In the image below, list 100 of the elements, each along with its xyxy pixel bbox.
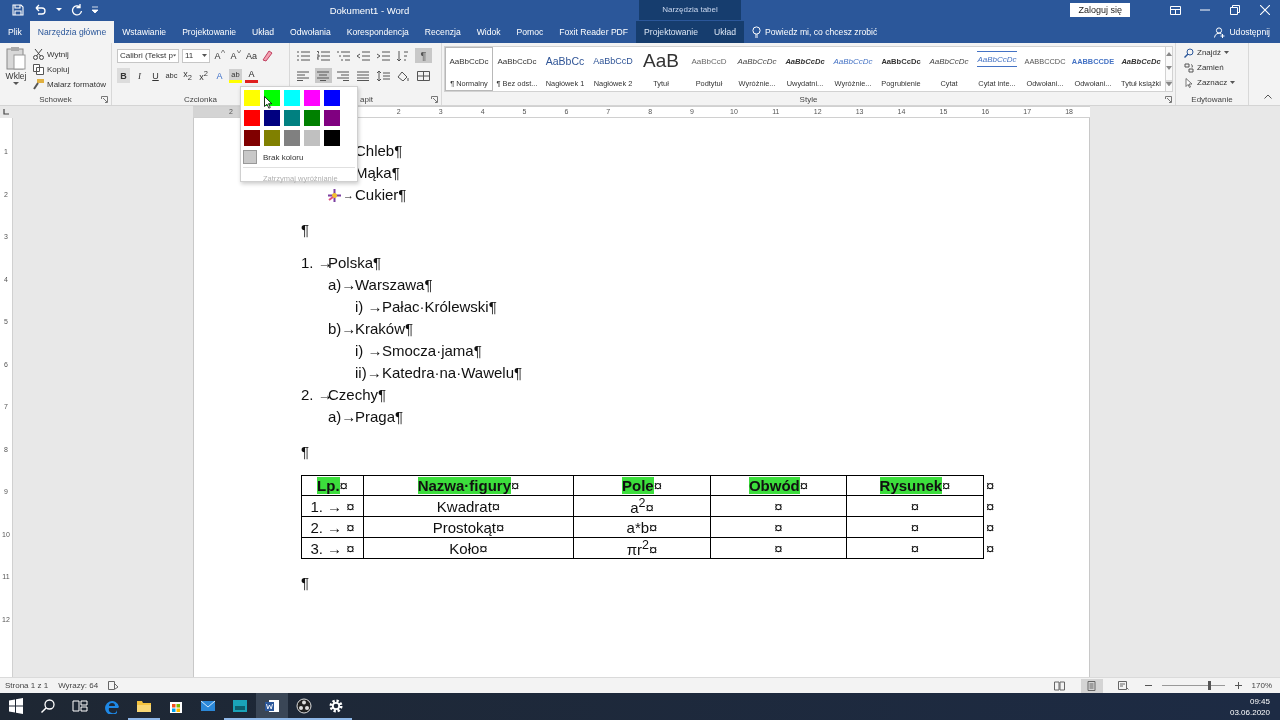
zoom-in-icon[interactable] [1234,682,1242,689]
format-button[interactable]: B [117,68,130,83]
ribbon-tab[interactable]: Układ [706,21,745,43]
color-swatch[interactable] [244,130,260,146]
ribbon-tab[interactable]: Odwołania [282,21,339,43]
scroll-up-icon[interactable] [1166,52,1172,56]
ribbon-tab[interactable]: Recenzja [416,21,469,43]
color-swatch[interactable] [244,110,260,126]
lightbulb-icon [752,26,762,38]
ribbon-tab[interactable]: Pomoc [508,21,552,43]
font-size-field[interactable]: 11 [182,48,210,63]
search-icon [40,697,56,714]
scroll-down-icon[interactable] [1166,66,1172,70]
ribbon-tab[interactable]: Projektowanie [636,21,707,43]
increase-indent-icon [377,50,390,61]
dialog-launcher-icon[interactable] [101,96,108,103]
collapse-ribbon-icon[interactable] [1264,94,1272,99]
person-icon [1214,26,1226,38]
redo-icon[interactable] [71,4,83,16]
ribbon-tab[interactable]: Wstawianie [114,21,175,43]
proofing-icon[interactable] [108,681,120,690]
font-name-field[interactable]: Calibri (Tekst p [117,48,179,63]
up-caret-icon [220,50,225,53]
table-cell: ¤ [847,496,984,517]
marks-button[interactable]: ¶ [415,48,432,63]
color-swatch[interactable] [264,130,280,146]
format-button[interactable]: x$_{2}$ [181,68,194,83]
tab-stop-icon[interactable] [3,109,9,115]
indent-button[interactable] [375,48,392,63]
format-button[interactable]: A [213,68,226,83]
color-swatch[interactable] [324,110,340,126]
customize-icon[interactable] [92,6,98,14]
caret-icon [202,54,207,57]
ribbon-tab[interactable]: Narzędzia główne [29,21,115,43]
zoom-out-icon[interactable] [1144,682,1152,689]
color-swatch[interactable] [284,110,300,126]
dialog-launcher-icon[interactable] [431,96,438,103]
color-swatch[interactable] [244,90,260,106]
tab-mark: → [343,188,354,203]
table-cell: Koło¤ [364,538,574,559]
color-swatch[interactable] [304,90,320,106]
ribbon-tab[interactable]: Widok [468,21,509,43]
ribbon-tab[interactable]: Foxit Reader PDF [551,21,637,43]
no-color-item[interactable]: Brak koloru [243,149,304,165]
caret-icon[interactable] [56,8,62,12]
list-item-text: Smocza·jama¶ [382,341,482,361]
numbering-button[interactable] [315,48,332,63]
gallery-scrollbar[interactable] [1166,46,1173,92]
align-left-button[interactable] [295,68,312,83]
table-cell: ¤ [711,517,847,538]
ribbon-tab[interactable]: Układ [244,21,283,43]
multilevel-button[interactable] [335,48,352,63]
color-swatch[interactable] [324,130,340,146]
format-button[interactable]: I [133,68,146,83]
color-swatch[interactable] [284,130,300,146]
ribbon-tab[interactable]: Projektowanie [174,21,245,43]
color-swatch[interactable] [324,90,340,106]
color-swatch[interactable] [264,110,280,126]
color-swatch[interactable] [284,90,300,106]
format-button[interactable]: x$^{2}$ [197,68,210,83]
outdent-button[interactable] [355,48,372,63]
paste-button[interactable]: Wklej [3,46,29,93]
editing-action[interactable]: Zamień [1184,61,1248,74]
save-icon[interactable] [12,4,24,16]
editing-action[interactable]: Zaznacz [1184,76,1248,89]
change-case-button[interactable]: Aa [245,48,258,63]
dialog-launcher-icon[interactable] [1165,96,1172,103]
ribbon-tab[interactable]: Korespondencja [338,21,417,43]
clipboard-action[interactable]: Kopiuj [33,63,107,76]
color-swatch[interactable] [304,110,320,126]
sign-in-button[interactable]: Zaloguj się [1070,3,1130,17]
grow-font-button[interactable]: A [213,48,226,63]
align-center-button[interactable] [315,68,332,83]
color-swatch[interactable] [304,130,320,146]
format-button[interactable]: A [245,68,258,83]
clipboard-action[interactable]: Malarz formatów [33,78,107,91]
borders-button[interactable] [415,68,432,83]
print-view-button[interactable] [1080,678,1103,693]
group-label: apit [360,94,373,104]
word-taskbar-button[interactable] [256,693,288,720]
clear-formatting-icon[interactable] [261,49,273,62]
undo-icon[interactable] [33,4,47,16]
list-item-text: Pałac·Królewski¶ [382,297,497,317]
align-right-button[interactable] [335,68,352,83]
shrink-font-button[interactable]: A [229,48,242,63]
row-end-mark: ¤ [986,498,995,515]
bullets-button[interactable] [295,48,312,63]
table-cell: 1. → ¤ [301,496,364,517]
table-header-cell: Obwód¤ [711,475,847,496]
spacing-button[interactable] [375,68,392,83]
share-button[interactable]: Udostępnij [1204,21,1280,43]
clipboard-action[interactable]: Wytnij [33,48,107,61]
caret-icon [172,54,176,57]
editing-action[interactable]: Znajdź [1184,46,1248,59]
justify-button[interactable] [355,68,372,83]
format-button[interactable]: U [149,68,162,83]
tell-me-search[interactable]: Powiedz mi, co chcesz zrobić [744,21,886,43]
more-icon[interactable] [1166,80,1172,86]
list-item-text: Praga¶ [355,407,404,427]
ribbon-tab[interactable]: Plik [0,21,30,43]
